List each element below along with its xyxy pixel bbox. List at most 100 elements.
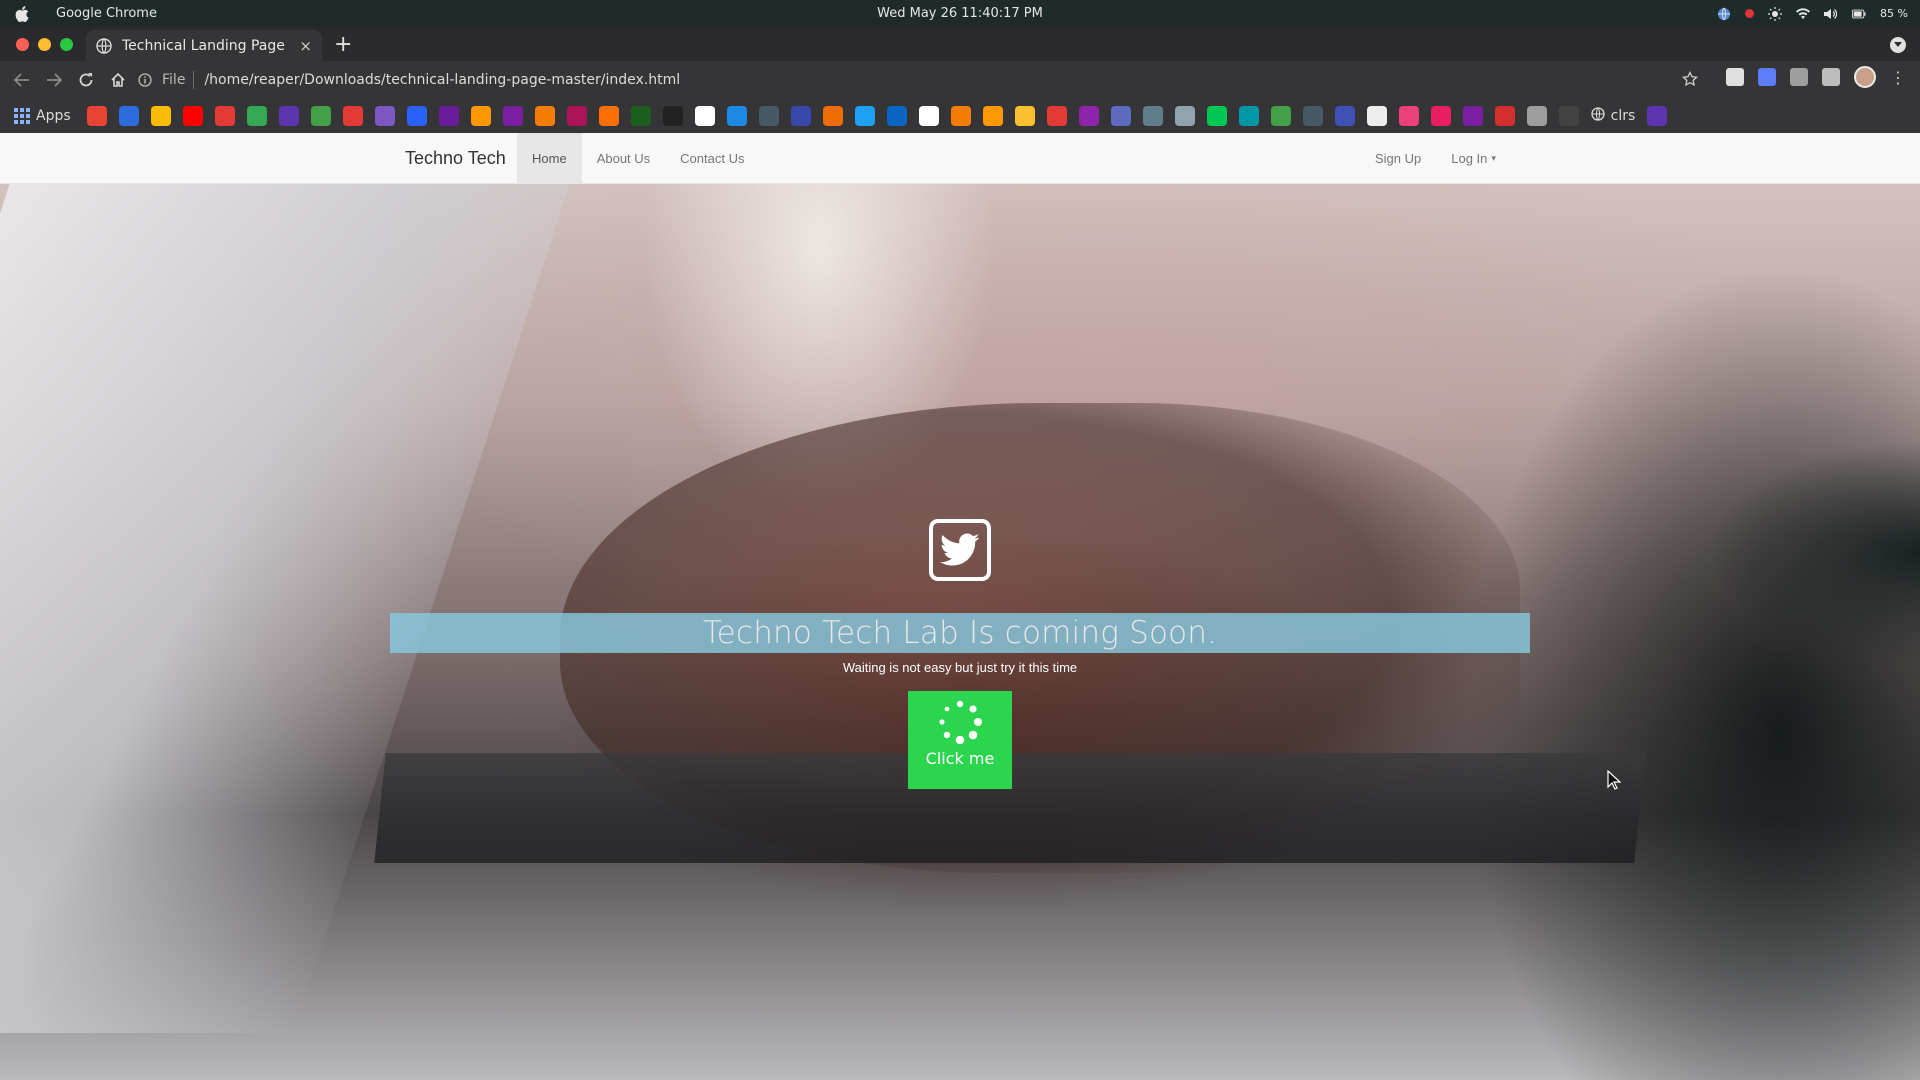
bookmark-favicon-icon[interactable] <box>1046 106 1067 126</box>
battery-icon[interactable] <box>1852 7 1866 21</box>
hero-section: Techno Tech Lab Is coming Soon. Waiting … <box>0 133 1920 1080</box>
bookmark-favicon-icon[interactable] <box>790 106 811 126</box>
bookmark-favicon-icon[interactable] <box>534 106 555 126</box>
bookmark-favicon-icon[interactable] <box>1014 106 1035 126</box>
bookmark-favicon-icon[interactable] <box>758 106 779 126</box>
bookmark-favicon-icon[interactable] <box>1078 106 1099 126</box>
bookmark-favicon-icon[interactable] <box>1174 106 1195 126</box>
hero-subline: Waiting is not easy but just try it this… <box>842 660 1078 675</box>
bookmark-favicon-icon[interactable] <box>438 106 459 126</box>
bookmark-favicon-icon[interactable] <box>182 106 203 126</box>
bookmark-favicon-icon[interactable] <box>982 106 1003 126</box>
bookmark-favicon-icon[interactable] <box>822 106 843 126</box>
bookmark-favicon-icon[interactable] <box>1302 106 1323 126</box>
bookmark-favicon-icon[interactable] <box>246 106 267 126</box>
bookmark-favicon-icon[interactable] <box>1558 106 1579 126</box>
window-minimize-button[interactable] <box>38 38 51 51</box>
bookmark-favicon-icon[interactable] <box>1647 106 1668 126</box>
bookmark-favicon-icon[interactable] <box>662 106 683 126</box>
bookmark-favicon-icon[interactable] <box>406 106 427 126</box>
web-page: Techno Tech Home About Us Contact Us Sig… <box>0 133 1920 1080</box>
bookmark-favicon-icon[interactable] <box>1334 106 1355 126</box>
tab-search-chevron-icon[interactable] <box>1890 37 1906 53</box>
brightness-icon[interactable] <box>1768 6 1783 21</box>
globe-status-icon[interactable] <box>1717 7 1731 21</box>
bookmark-favicon-icon[interactable] <box>1398 106 1419 126</box>
cast-extension-icon[interactable] <box>1726 68 1744 86</box>
puzzle-extensions-icon[interactable] <box>1822 68 1840 86</box>
back-arrow-icon[interactable] <box>6 64 38 96</box>
bookmark-favicon-icon[interactable] <box>1206 106 1227 126</box>
profile-avatar[interactable] <box>1854 66 1876 88</box>
window-controls <box>16 38 73 51</box>
bookmark-favicon-icon[interactable] <box>1142 106 1163 126</box>
tab-technical-landing-page[interactable]: Technical Landing Page × <box>86 30 322 61</box>
url-text[interactable]: /home/reaper/Downloads/technical-landing… <box>204 72 680 88</box>
url-divider <box>193 71 195 89</box>
bookmark-favicon-icon[interactable] <box>278 106 299 126</box>
volume-icon[interactable] <box>1824 7 1838 21</box>
bookmark-favicon-icon[interactable] <box>374 106 395 126</box>
extensions-area: ⋮ <box>1726 66 1906 88</box>
bookmark-favicon-icon[interactable] <box>726 106 747 126</box>
globe-icon <box>1591 107 1605 125</box>
url-scheme-label: File <box>162 72 186 88</box>
bookmark-favicon-icon[interactable] <box>854 106 875 126</box>
bookmark-favicon-icon[interactable] <box>118 106 139 126</box>
apps-grid-icon <box>14 108 30 124</box>
translate-extension-icon[interactable] <box>1758 68 1776 86</box>
bookmark-favicon-icon[interactable] <box>886 106 907 126</box>
bookmark-favicon-icon[interactable] <box>1462 106 1483 126</box>
forward-arrow-icon[interactable] <box>38 64 70 96</box>
bookmark-favicon-icon[interactable] <box>918 106 939 126</box>
bookmark-favicon-icon[interactable] <box>630 106 651 126</box>
bookmark-favicon-icon[interactable] <box>502 106 523 126</box>
bookmark-favicon-icon[interactable] <box>598 106 619 126</box>
click-me-label: Click me <box>925 749 995 768</box>
bookmark-apps-label: Apps <box>36 108 71 124</box>
reload-icon[interactable] <box>70 64 102 96</box>
globe-icon <box>96 37 112 54</box>
bookmark-favicon-icon[interactable] <box>214 106 235 126</box>
shield-extension-icon[interactable] <box>1790 68 1808 86</box>
bookmark-clrs-label: clrs <box>1610 108 1636 124</box>
bookmarks-bar: Apps clrs <box>0 99 1920 133</box>
bookmark-favicon-icon[interactable] <box>950 106 971 126</box>
bookmark-favicon-icon[interactable] <box>1430 106 1451 126</box>
address-bar[interactable]: File /home/reaper/Downloads/technical-la… <box>138 65 1699 95</box>
menu-kebab-icon[interactable]: ⋮ <box>1890 68 1906 87</box>
bookmark-clrs[interactable]: clrs <box>1591 107 1636 125</box>
battery-percentage: 85 % <box>1880 7 1908 20</box>
home-icon[interactable] <box>102 64 134 96</box>
bookmark-star-icon[interactable] <box>1681 70 1699 91</box>
headline-band: Techno Tech Lab Is coming Soon. <box>390 613 1530 653</box>
bookmark-favicon-icon[interactable] <box>470 106 491 126</box>
bookmark-apps[interactable]: Apps <box>14 108 71 124</box>
wifi-icon[interactable] <box>1796 7 1811 21</box>
clock[interactable]: Wed May 26 11:40:17 PM <box>877 6 1043 21</box>
info-icon[interactable] <box>138 73 156 87</box>
window-close-button[interactable] <box>16 38 29 51</box>
bookmark-favicon-icon[interactable] <box>150 106 171 126</box>
bookmark-favicon-icon[interactable] <box>1238 106 1259 126</box>
bookmark-favicon-icon[interactable] <box>1526 106 1547 126</box>
new-tab-button[interactable]: + <box>334 32 352 57</box>
bookmark-favicon-icon[interactable] <box>566 106 587 126</box>
apple-icon[interactable] <box>0 5 44 22</box>
tab-title: Technical Landing Page <box>122 37 285 54</box>
mouse-cursor-icon <box>1607 769 1622 794</box>
bookmark-favicon-icon[interactable] <box>86 106 107 126</box>
twitter-icon[interactable] <box>929 519 991 581</box>
bookmark-favicon-icon[interactable] <box>694 106 715 126</box>
active-app-name[interactable]: Google Chrome <box>56 6 157 21</box>
recording-indicator-icon[interactable] <box>1745 9 1755 18</box>
bookmark-favicon-icon[interactable] <box>1366 106 1387 126</box>
bookmark-favicon-icon[interactable] <box>342 106 363 126</box>
bookmark-favicon-icon[interactable] <box>1494 106 1515 126</box>
window-maximize-button[interactable] <box>60 38 73 51</box>
bookmark-favicon-icon[interactable] <box>1110 106 1131 126</box>
click-me-button[interactable]: Click me <box>908 691 1012 789</box>
bookmark-favicon-icon[interactable] <box>310 106 331 126</box>
close-icon[interactable]: × <box>299 37 312 55</box>
bookmark-favicon-icon[interactable] <box>1270 106 1291 126</box>
